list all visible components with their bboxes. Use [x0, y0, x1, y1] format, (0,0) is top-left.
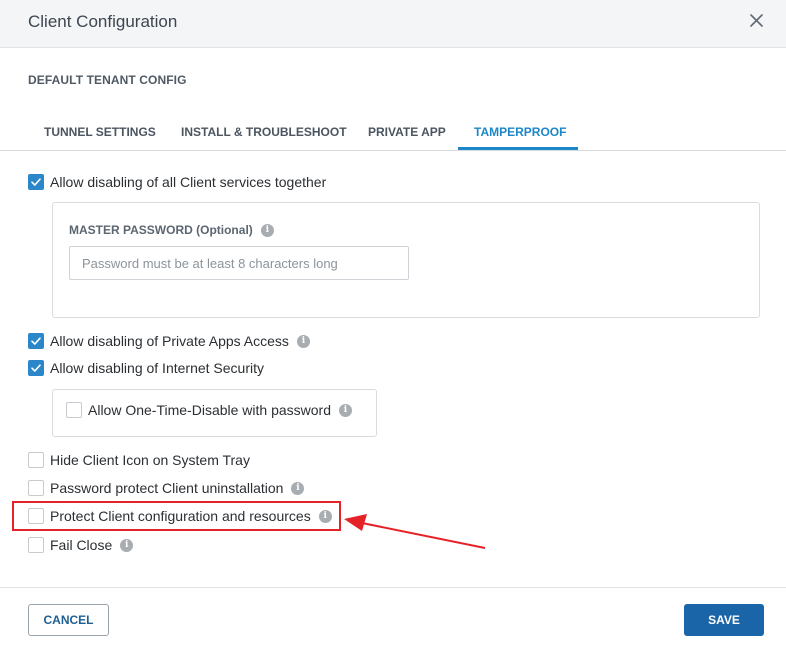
section-title: DEFAULT TENANT CONFIG	[28, 73, 187, 87]
password-uninstall-label: Password protect Client uninstallation	[50, 480, 284, 496]
option-password-uninstall: Password protect Client uninstallation i	[28, 479, 305, 497]
hide-icon-checkbox[interactable]	[28, 452, 44, 468]
disable-private-apps-checkbox[interactable]	[28, 333, 44, 349]
info-icon[interactable]: i	[260, 223, 274, 237]
disable-internet-security-checkbox[interactable]	[28, 360, 44, 376]
tab-bar: TUNNEL SETTINGS INSTALL & TROUBLESHOOT P…	[0, 118, 786, 151]
check-icon	[31, 364, 41, 372]
master-password-input[interactable]	[69, 246, 409, 280]
close-icon[interactable]	[746, 10, 768, 32]
option-disable-internet-security: Allow disabling of Internet Security	[28, 359, 264, 377]
option-disable-private-apps: Allow disabling of Private Apps Access i	[28, 332, 310, 350]
tab-tunnel-settings[interactable]: TUNNEL SETTINGS	[44, 125, 156, 139]
master-password-label: MASTER PASSWORD (Optional)	[69, 223, 253, 237]
master-password-panel: MASTER PASSWORD (Optional) i	[52, 202, 760, 318]
tab-install-troubleshoot[interactable]: INSTALL & TROUBLESHOOT	[181, 125, 347, 139]
option-disable-all: Allow disabling of all Client services t…	[28, 173, 326, 191]
option-hide-icon: Hide Client Icon on System Tray	[28, 451, 250, 469]
one-time-disable-panel: Allow One-Time-Disable with password i	[52, 389, 377, 437]
check-icon	[31, 178, 41, 186]
fail-close-checkbox[interactable]	[28, 537, 44, 553]
annotation-arrow-icon	[344, 514, 486, 549]
master-password-label-row: MASTER PASSWORD (Optional) i	[69, 223, 274, 237]
check-icon	[31, 337, 41, 345]
dialog-title: Client Configuration	[28, 12, 178, 31]
dialog-header: Client Configuration	[0, 0, 786, 48]
fail-close-label: Fail Close	[50, 537, 113, 553]
disable-all-label: Allow disabling of all Client services t…	[50, 174, 327, 190]
save-button[interactable]: SAVE	[684, 604, 764, 636]
tab-private-app[interactable]: PRIVATE APP	[368, 125, 446, 139]
footer-divider	[0, 587, 786, 588]
disable-all-checkbox[interactable]	[28, 174, 44, 190]
hide-icon-label: Hide Client Icon on System Tray	[50, 452, 250, 468]
password-uninstall-checkbox[interactable]	[28, 480, 44, 496]
option-one-time-disable: Allow One-Time-Disable with password i	[66, 401, 353, 419]
one-time-disable-label: Allow One-Time-Disable with password	[88, 402, 332, 418]
active-tab-indicator	[458, 147, 578, 150]
cancel-button[interactable]: CANCEL	[28, 604, 109, 636]
option-fail-close: Fail Close i	[28, 536, 134, 554]
tab-tamperproof[interactable]: TAMPERPROOF	[474, 125, 566, 139]
one-time-disable-checkbox[interactable]	[66, 402, 82, 418]
info-icon[interactable]: i	[120, 538, 134, 552]
info-icon[interactable]: i	[296, 334, 310, 348]
disable-private-apps-label: Allow disabling of Private Apps Access	[50, 333, 289, 349]
info-icon[interactable]: i	[291, 481, 305, 495]
disable-internet-security-label: Allow disabling of Internet Security	[50, 360, 264, 376]
annotation-highlight-box	[12, 501, 341, 531]
info-icon[interactable]: i	[339, 403, 353, 417]
